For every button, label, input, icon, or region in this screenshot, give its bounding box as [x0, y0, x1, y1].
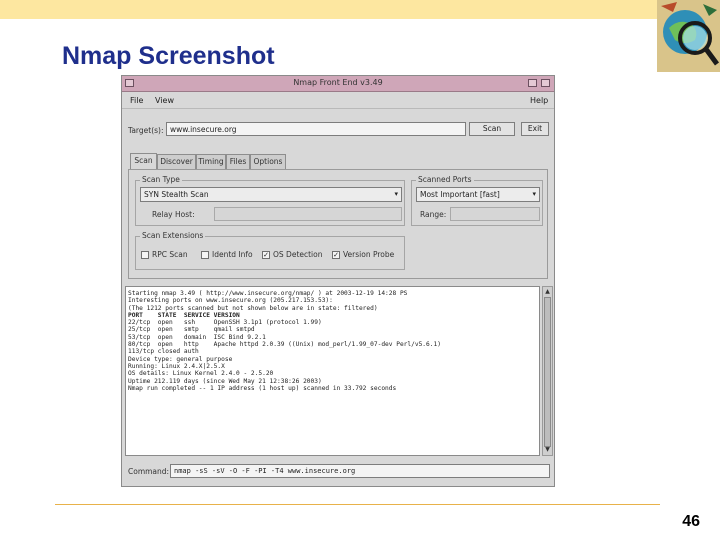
menu-bar: File View Help: [122, 92, 554, 109]
magnifying-glass-globe-logo: [657, 0, 720, 72]
tab-options[interactable]: Options: [250, 154, 286, 169]
output-line: Nmap run completed -- 1 IP address (1 ho…: [128, 384, 397, 392]
output-line: Starting nmap 3.49 ( http://www.insecure…: [128, 290, 408, 297]
version-probe-checkbox[interactable]: ✓: [332, 251, 340, 259]
scan-tab-panel: Scan Type SYN Stealth Scan ▾ Relay Host:…: [128, 169, 548, 279]
maximize-button[interactable]: [541, 79, 550, 87]
output-line: Interesting ports on www.insecure.org (2…: [128, 297, 333, 305]
output-line: 113/tcp closed auth: [128, 348, 199, 356]
dropdown-arrow-icon: ▾: [394, 190, 398, 198]
scan-output-text[interactable]: Starting nmap 3.49 ( http://www.insecure…: [125, 286, 540, 456]
tab-files[interactable]: Files: [226, 154, 250, 169]
scroll-down-arrow-icon[interactable]: ▼: [544, 446, 551, 454]
scan-button[interactable]: Scan: [469, 122, 515, 136]
scan-type-value: SYN Stealth Scan: [144, 190, 209, 199]
target-input[interactable]: www.insecure.org: [166, 122, 466, 136]
command-input[interactable]: nmap -sS -sV -O -F -PI -T4 www.insecure.…: [170, 464, 550, 478]
target-label: Target(s):: [128, 126, 164, 135]
tab-scan[interactable]: Scan: [130, 153, 157, 169]
scan-extensions-group: Scan Extensions RPC Scan Identd Info ✓ O…: [135, 231, 405, 270]
output-line: 22/tcp open ssh OpenSSH 3.1p1 (protocol …: [128, 319, 322, 327]
menu-view[interactable]: View: [155, 96, 174, 105]
output-line: 25/tcp open smtp qmail smtpd: [128, 326, 255, 334]
output-line: Device type: general purpose: [128, 355, 233, 363]
tab-timing[interactable]: Timing: [196, 154, 226, 169]
os-detection-label: OS Detection: [273, 250, 323, 259]
scanned-ports-group: Scanned Ports Most Important [fast] ▾ Ra…: [411, 175, 543, 226]
relay-host-label: Relay Host:: [152, 210, 195, 219]
footer-rule: [55, 504, 660, 505]
menu-help[interactable]: Help: [530, 96, 548, 105]
scan-type-group: Scan Type SYN Stealth Scan ▾ Relay Host:: [135, 175, 405, 226]
slide-title: Nmap Screenshot: [62, 42, 275, 70]
minimize-button[interactable]: [528, 79, 537, 87]
command-label: Command:: [128, 467, 170, 476]
output-line: 53/tcp open domain ISC Bind 9.2.1: [128, 333, 266, 341]
output-line: Uptime 212.119 days (since Wed May 21 12…: [128, 377, 322, 385]
scan-type-title: Scan Type: [140, 175, 182, 184]
menu-file[interactable]: File: [130, 96, 143, 105]
exit-button[interactable]: Exit: [521, 122, 549, 136]
slide-top-band: [0, 0, 720, 19]
rpc-scan-label: RPC Scan: [152, 250, 188, 259]
output-scrollbar[interactable]: ▲ ▼: [542, 286, 553, 456]
scanned-ports-select[interactable]: Most Important [fast] ▾: [416, 187, 540, 202]
output-line: PORT STATE SERVICE VERSION: [128, 311, 240, 319]
scanned-ports-value: Most Important [fast]: [420, 190, 500, 199]
scrollbar-thumb[interactable]: [544, 297, 551, 447]
scroll-up-arrow-icon[interactable]: ▲: [544, 288, 551, 296]
os-detection-checkbox[interactable]: ✓: [262, 251, 270, 259]
relay-host-input[interactable]: [214, 207, 402, 221]
dropdown-arrow-icon: ▾: [532, 190, 536, 198]
rpc-scan-checkbox[interactable]: [141, 251, 149, 259]
scanned-ports-title: Scanned Ports: [416, 175, 474, 184]
range-input[interactable]: [450, 207, 540, 221]
identd-info-checkbox[interactable]: [201, 251, 209, 259]
identd-info-label: Identd Info: [212, 250, 253, 259]
scan-type-select[interactable]: SYN Stealth Scan ▾: [140, 187, 402, 202]
window-title: Nmap Front End v3.49: [293, 78, 383, 87]
output-line: OS details: Linux Kernel 2.4.0 - 2.5.20: [128, 370, 274, 378]
output-line: (The 1212 ports scanned but not shown be…: [128, 304, 378, 312]
output-line: 80/tcp open http Apache httpd 2.0.39 ((U…: [128, 341, 441, 349]
output-line: Running: Linux 2.4.X|2.5.X: [128, 362, 225, 370]
nmap-window: Nmap Front End v3.49 File View Help Targ…: [121, 75, 555, 487]
range-label: Range:: [420, 210, 447, 219]
version-probe-label: Version Probe: [343, 250, 395, 259]
tab-discover[interactable]: Discover: [157, 154, 196, 169]
scan-extensions-title: Scan Extensions: [140, 231, 206, 240]
page-number: 46: [682, 513, 700, 530]
window-titlebar[interactable]: Nmap Front End v3.49: [122, 76, 554, 92]
